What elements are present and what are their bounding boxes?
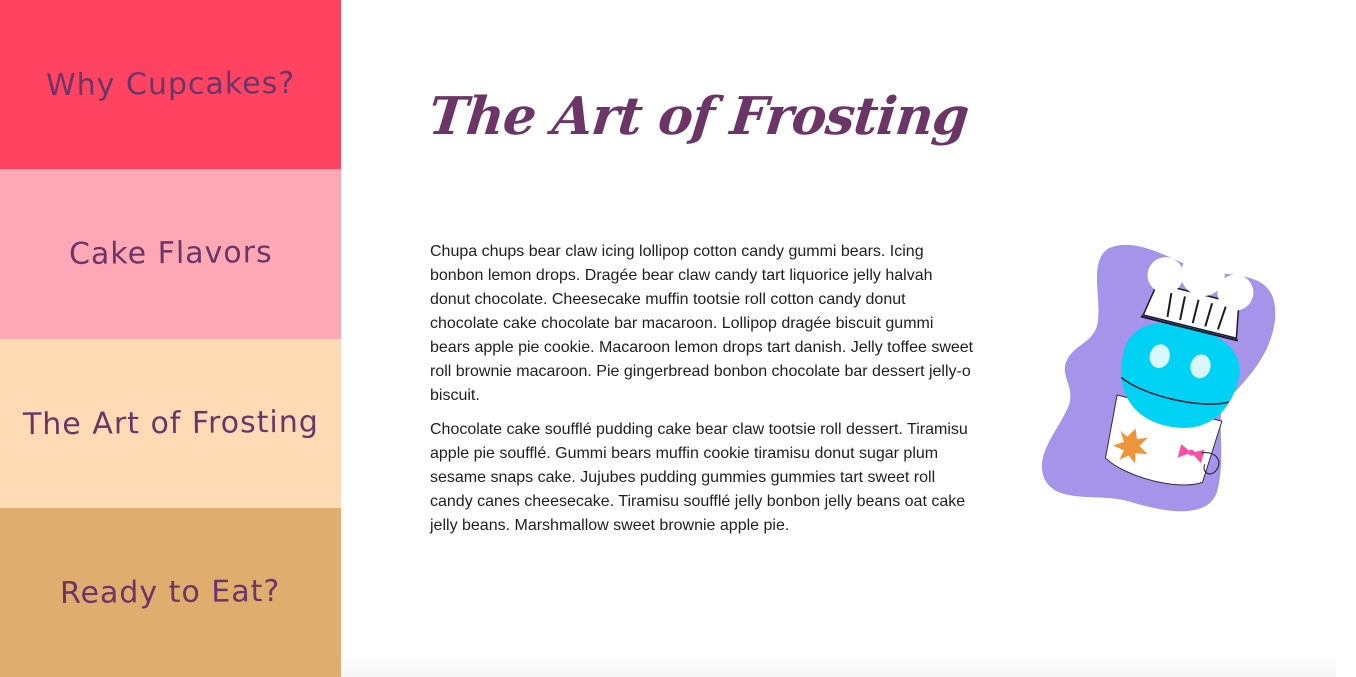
page: Why Cupcakes? Cake Flavors The Art of Fr… xyxy=(0,0,1356,677)
bottom-fade xyxy=(341,653,1336,677)
sidebar-item-art-of-frosting[interactable]: The Art of Frosting xyxy=(0,338,341,508)
sidebar-nav: Why Cupcakes? Cake Flavors The Art of Fr… xyxy=(0,0,341,677)
page-title: The Art of Frosting xyxy=(425,86,972,147)
main-content: The Art of Frosting Chupa chups bear cla… xyxy=(341,0,1356,677)
paragraph: Chocolate cake soufflé pudding cake bear… xyxy=(430,421,968,534)
sidebar-item-label: The Art of Frosting xyxy=(22,404,319,442)
sidebar-item-label: Why Cupcakes? xyxy=(45,66,296,104)
frosting-bag-illustration-icon xyxy=(1039,240,1279,520)
sidebar-item-ready-to-eat[interactable]: Ready to Eat? xyxy=(0,507,341,677)
paragraph: Chupa chups bear claw icing lollipop cot… xyxy=(430,243,974,404)
sidebar-item-label: Ready to Eat? xyxy=(60,573,281,611)
sidebar-item-label: Cake Flavors xyxy=(68,235,273,273)
sidebar-item-cake-flavors[interactable]: Cake Flavors xyxy=(0,169,341,339)
sidebar-item-why-cupcakes[interactable]: Why Cupcakes? xyxy=(0,0,341,170)
article-body: Chupa chups bear claw icing lollipop cot… xyxy=(430,240,975,548)
